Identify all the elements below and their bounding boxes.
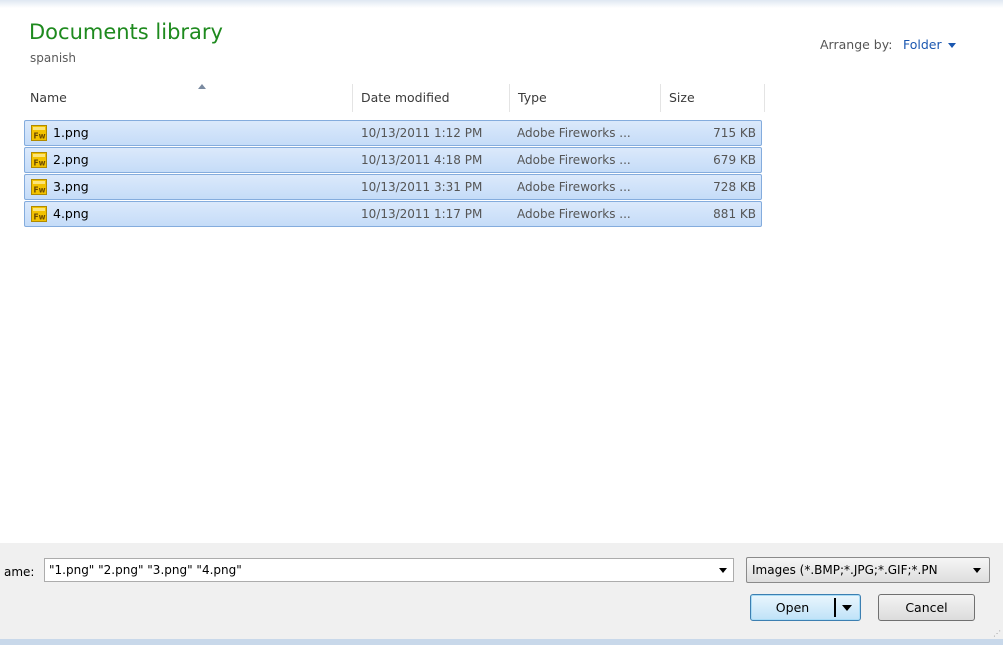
- file-type: Adobe Fireworks ...: [517, 180, 631, 194]
- file-date-modified: 10/13/2011 4:18 PM: [361, 153, 483, 167]
- fireworks-file-icon: Fw: [31, 152, 47, 168]
- svg-text:Fw: Fw: [34, 186, 46, 195]
- library-title: Documents library: [29, 20, 223, 44]
- file-row[interactable]: Fw 3.png 10/13/2011 3:31 PM Adobe Firewo…: [24, 174, 762, 200]
- svg-text:Fw: Fw: [34, 159, 46, 168]
- file-size: 728 KB: [713, 180, 756, 194]
- file-name-input[interactable]: [49, 561, 699, 579]
- library-subtitle: spanish: [30, 51, 77, 65]
- chevron-down-icon: [973, 568, 981, 573]
- sort-ascending-icon: [198, 84, 206, 89]
- file-name: 1.png: [53, 125, 89, 140]
- file-type-value: Images (*.BMP;*.JPG;*.GIF;*.PN: [752, 563, 938, 577]
- open-button[interactable]: Open: [750, 594, 861, 621]
- arrange-by-value: Folder: [903, 37, 942, 52]
- chevron-down-icon: [947, 43, 956, 48]
- column-header-type[interactable]: Type: [510, 84, 661, 112]
- fireworks-file-icon: Fw: [31, 206, 47, 222]
- file-type: Adobe Fireworks ...: [517, 126, 631, 140]
- svg-text:Fw: Fw: [34, 213, 46, 222]
- file-name: 4.png: [53, 206, 89, 221]
- arrange-by-label: Arrange by:: [820, 37, 893, 52]
- file-type: Adobe Fireworks ...: [517, 153, 631, 167]
- file-name-combobox[interactable]: [44, 558, 734, 582]
- resize-grip-icon[interactable]: ⋰: [993, 630, 1001, 638]
- file-row[interactable]: Fw 4.png 10/13/2011 1:17 PM Adobe Firewo…: [24, 201, 762, 227]
- file-type-select[interactable]: Images (*.BMP;*.JPG;*.GIF;*.PN: [746, 557, 990, 583]
- file-name-label: ame:: [4, 565, 35, 579]
- column-header-size[interactable]: Size: [661, 84, 765, 112]
- fireworks-file-icon: Fw: [31, 125, 47, 141]
- file-row[interactable]: Fw 1.png 10/13/2011 1:12 PM Adobe Firewo…: [24, 120, 762, 146]
- file-name: 2.png: [53, 152, 89, 167]
- svg-text:Fw: Fw: [34, 132, 46, 141]
- file-type: Adobe Fireworks ...: [517, 207, 631, 221]
- file-row[interactable]: Fw 2.png 10/13/2011 4:18 PM Adobe Firewo…: [24, 147, 762, 173]
- file-size: 715 KB: [713, 126, 756, 140]
- cancel-button[interactable]: Cancel: [878, 594, 975, 621]
- open-button-label: Open: [775, 600, 810, 615]
- window-bottom-edge: [0, 639, 1003, 645]
- open-options-chevron-icon[interactable]: [842, 605, 852, 611]
- file-date-modified: 10/13/2011 3:31 PM: [361, 180, 483, 194]
- split-divider: [834, 598, 836, 617]
- fireworks-file-icon: Fw: [31, 179, 47, 195]
- arrange-by-dropdown[interactable]: Folder: [903, 37, 956, 52]
- file-date-modified: 10/13/2011 1:12 PM: [361, 126, 483, 140]
- chevron-down-icon[interactable]: [719, 568, 727, 573]
- file-date-modified: 10/13/2011 1:17 PM: [361, 207, 483, 221]
- column-headers: Name Date modified Type Size: [22, 84, 766, 112]
- file-list: Fw 1.png 10/13/2011 1:12 PM Adobe Firewo…: [24, 120, 762, 228]
- column-header-date-modified[interactable]: Date modified: [353, 84, 510, 112]
- file-name: 3.png: [53, 179, 89, 194]
- file-size: 679 KB: [713, 153, 756, 167]
- header-gradient: [0, 0, 1003, 8]
- file-size: 881 KB: [713, 207, 756, 221]
- library-header: Documents library spanish Arrange by: Fo…: [0, 0, 1003, 80]
- column-header-name[interactable]: Name: [22, 84, 353, 112]
